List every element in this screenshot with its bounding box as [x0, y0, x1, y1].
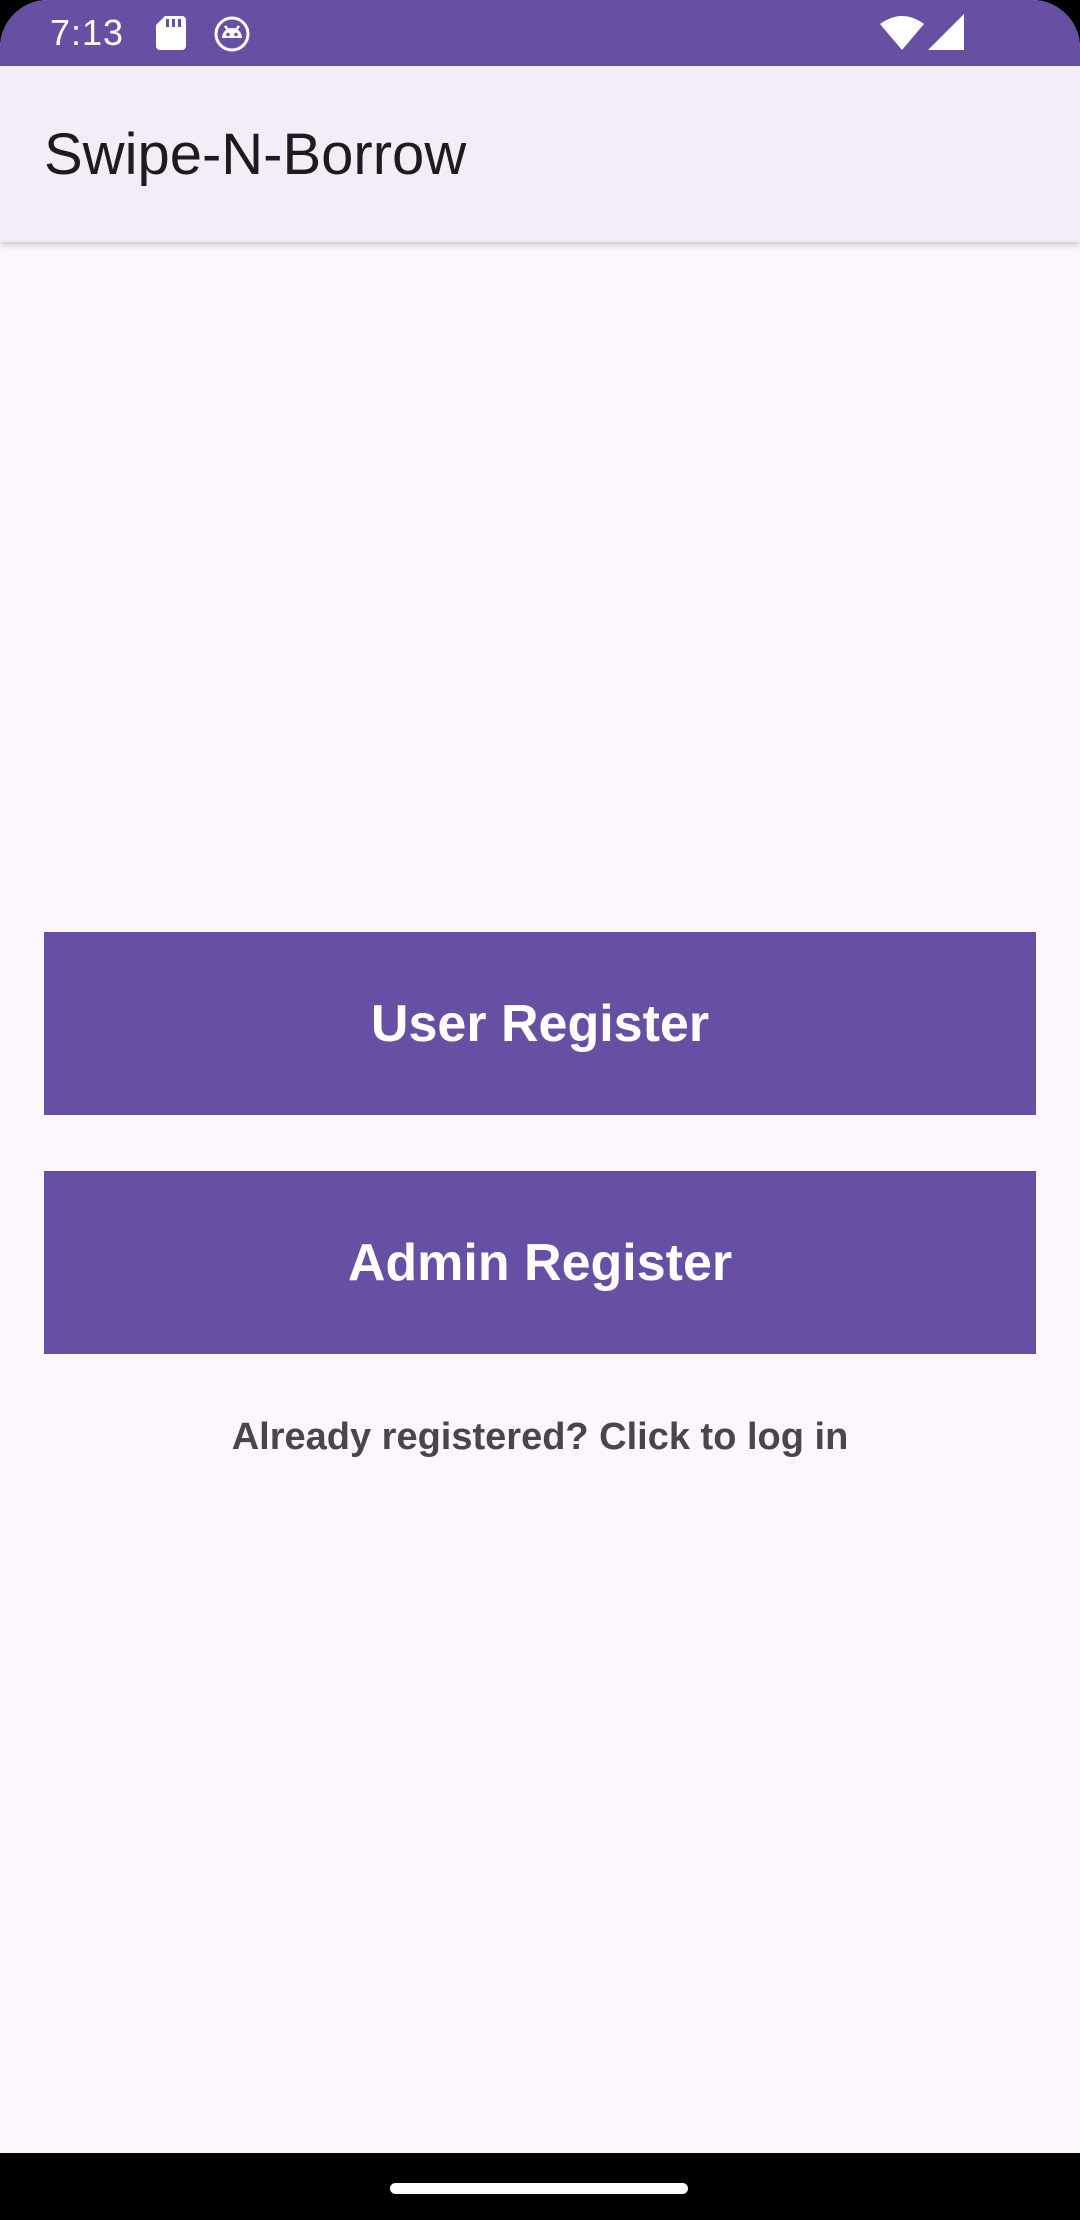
navigation-bar [0, 2153, 1080, 2220]
app-bar: Swipe-N-Borrow [0, 66, 1080, 242]
wifi-icon [880, 16, 924, 50]
cell-signal-icon [928, 14, 964, 50]
app-screen: 7:13 Swipe-N-Borrow User Register Admin … [0, 0, 1080, 2220]
home-gesture-handle[interactable] [390, 2183, 688, 2194]
sd-card-icon [156, 16, 186, 50]
status-bar: 7:13 [0, 0, 1080, 66]
user-register-button[interactable]: User Register [44, 932, 1036, 1115]
app-title: Swipe-N-Borrow [44, 122, 467, 187]
android-icon [214, 16, 250, 52]
status-time: 7:13 [50, 12, 125, 53]
login-link[interactable]: Already registered? Click to log in [0, 1410, 1080, 1464]
admin-register-button[interactable]: Admin Register [44, 1171, 1036, 1354]
